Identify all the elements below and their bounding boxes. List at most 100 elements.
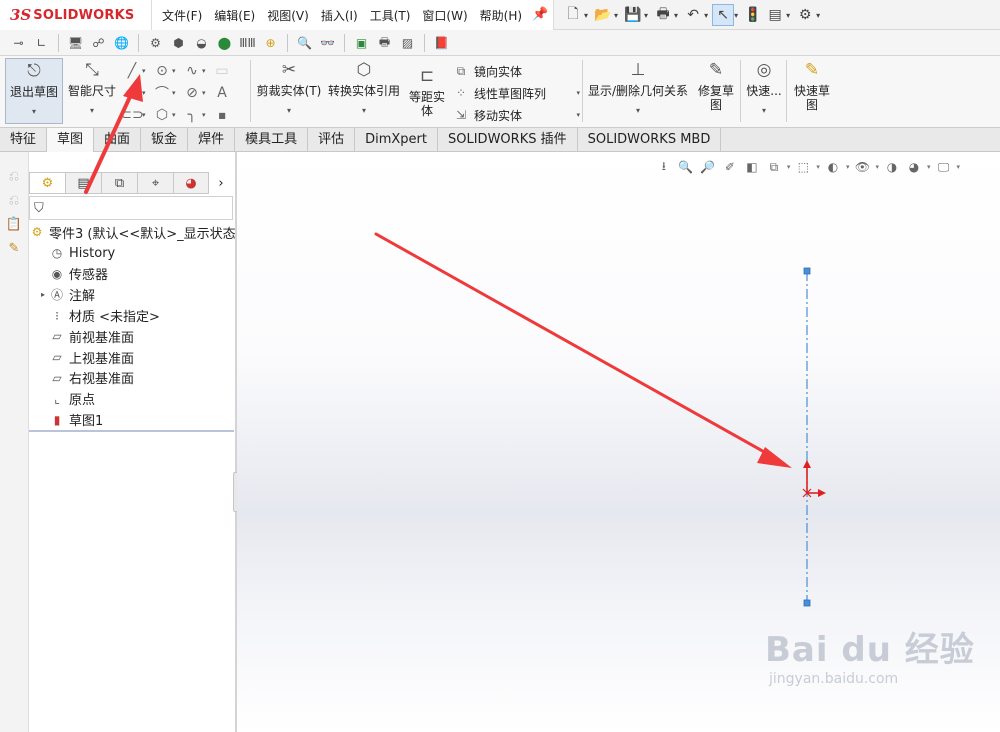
chevron-down-icon[interactable]: ▾ xyxy=(576,89,580,97)
display-relations-button[interactable]: ⊥ 显示/删除几何关系 ▾ xyxy=(586,58,690,118)
display-style-icon[interactable]: ◐ xyxy=(824,158,842,176)
cog-icon[interactable]: ⚙ xyxy=(145,33,166,54)
rectangle-icon[interactable]: ▭ xyxy=(122,83,142,103)
chevron-down-icon[interactable]: ▾ xyxy=(816,163,820,171)
chevron-down-icon[interactable]: ▾ xyxy=(172,111,182,119)
tab-sketch[interactable]: 草图 xyxy=(47,128,95,152)
tree-item-front-plane[interactable]: ▱ 前视基准面 xyxy=(29,326,236,347)
tab-surfaces[interactable]: 曲面 xyxy=(94,128,142,152)
trim-entities-button[interactable]: ✂ 剪裁实体(T) ▾ xyxy=(254,58,324,118)
view-settings-monitor-icon[interactable]: 🖵 xyxy=(934,158,952,176)
line-icon[interactable]: ╱ xyxy=(122,61,142,81)
tab-evaluate[interactable]: 评估 xyxy=(308,128,356,152)
feature-manager-tab-icon[interactable]: ⚙ xyxy=(29,172,65,194)
fillet-icon[interactable]: ╮ xyxy=(182,105,202,125)
meter-icon[interactable]: ⅢⅢ xyxy=(237,33,258,54)
tree-item-origin[interactable]: ⌞ 原点 xyxy=(29,388,236,409)
chevron-down-icon[interactable]: ▾ xyxy=(956,163,960,171)
excel-icon[interactable]: ▣ xyxy=(351,33,372,54)
menu-view[interactable]: 视图(V) xyxy=(261,7,315,24)
previous-view-icon[interactable]: ✐ xyxy=(721,158,739,176)
chevron-down-icon[interactable]: ▾ xyxy=(614,11,618,20)
location-pin-icon[interactable]: ⬤ xyxy=(214,33,235,54)
new-document-icon[interactable]: 🗋 xyxy=(562,4,584,26)
tree-item-material[interactable]: ⁝ 材质 <未指定> xyxy=(29,305,236,326)
chevron-down-icon[interactable]: ▾ xyxy=(142,89,152,97)
tree-part-root[interactable]: ⚙ 零件3 (默认<<默认>_显示状态 xyxy=(29,222,236,243)
polygon-icon[interactable]: ⬡ xyxy=(152,105,172,125)
sketch-pencil-icon[interactable]: ✎ xyxy=(4,238,24,258)
chevron-down-icon[interactable]: ▾ xyxy=(576,111,580,119)
view-orientation-icon[interactable]: ⭳ xyxy=(655,158,673,176)
hexagon-icon[interactable]: ⬢ xyxy=(168,33,189,54)
tree-filter[interactable]: ⛉ xyxy=(29,196,233,220)
chevron-down-icon[interactable]: ▾ xyxy=(786,11,790,20)
dimxpert-manager-tab-icon[interactable]: ⌖ xyxy=(137,172,173,194)
smart-dimension-button[interactable]: ⤡ 智能尺寸 ▾ xyxy=(66,58,118,118)
exit-sketch-button[interactable]: ⎋ 退出草图 ▾ xyxy=(5,58,63,124)
mirror-entities-button[interactable]: ⧉ 镜向实体 xyxy=(452,60,580,82)
menu-window[interactable]: 窗口(W) xyxy=(416,7,473,24)
scene-icon[interactable]: ◕ xyxy=(905,158,923,176)
tree-item-history[interactable]: ◷ History xyxy=(29,243,236,264)
chevron-down-icon[interactable]: ▾ xyxy=(846,163,850,171)
zoom-to-fit-icon[interactable]: 🔍 xyxy=(677,158,695,176)
surface-icon[interactable]: ▭ xyxy=(212,61,232,81)
book-icon[interactable]: 📕 xyxy=(431,33,452,54)
rollback-bar[interactable] xyxy=(29,430,234,432)
chevron-down-icon[interactable]: ▾ xyxy=(287,104,291,118)
menu-edit[interactable]: 编辑(E) xyxy=(208,7,261,24)
chevron-right-icon[interactable]: › xyxy=(209,172,233,194)
print-icon[interactable]: 🖶 xyxy=(652,4,674,26)
tree-item-sensors[interactable]: ◉ 传感器 xyxy=(29,264,236,285)
circle-icon[interactable]: ⊙ xyxy=(152,61,172,81)
save-icon[interactable]: 💾 xyxy=(622,4,644,26)
chevron-down-icon[interactable]: ▾ xyxy=(927,163,931,171)
chevron-down-icon[interactable]: ▾ xyxy=(202,111,212,119)
undo-icon[interactable]: ↶ xyxy=(682,4,704,26)
chevron-down-icon[interactable]: ▾ xyxy=(816,11,820,20)
hide-show-icon[interactable]: 👁 xyxy=(853,158,871,176)
chevron-down-icon[interactable]: ▾ xyxy=(875,163,879,171)
image-icon[interactable]: ▨ xyxy=(397,33,418,54)
chevron-down-icon[interactable]: ▾ xyxy=(584,11,588,20)
dynamic-annotation-icon[interactable]: ⧉ xyxy=(765,158,783,176)
rebuild-traffic-light-icon[interactable]: 🚦 xyxy=(742,4,764,26)
chevron-down-icon[interactable]: ▾ xyxy=(362,104,366,118)
search-icon[interactable]: 🔍 xyxy=(294,33,315,54)
chevron-down-icon[interactable]: ▾ xyxy=(734,11,738,20)
zoom-area-icon[interactable]: 🔎 xyxy=(699,158,717,176)
chevron-down-icon[interactable]: ▾ xyxy=(142,111,152,119)
point-icon[interactable]: ■ xyxy=(212,105,232,125)
clipboard-icon[interactable]: 📋 xyxy=(4,214,24,234)
repair-sketch-button[interactable]: ✎ 修复草 图 xyxy=(694,58,738,113)
rapid-sketch-button[interactable]: ✎ 快速草 图 xyxy=(790,58,834,113)
chevron-down-icon[interactable]: ▾ xyxy=(172,89,182,97)
chevron-down-icon[interactable]: ▾ xyxy=(674,11,678,20)
slot-icon[interactable]: ⊂⊃ xyxy=(120,105,143,125)
gear-icon[interactable]: ⚙ xyxy=(794,4,816,26)
chevron-down-icon[interactable]: ▾ xyxy=(704,11,708,20)
spline-icon[interactable]: ∿ xyxy=(182,61,202,81)
redo-sketch-icon[interactable]: ⎌ xyxy=(4,190,24,210)
undo-sketch-icon[interactable]: ⎌ xyxy=(4,166,24,186)
chevron-down-icon[interactable]: ▾ xyxy=(202,67,212,75)
arc-icon[interactable]: ⌒ xyxy=(152,83,172,103)
convert-entities-button[interactable]: ⬡ 转换实体引用 ▾ xyxy=(326,58,402,118)
view-cube-icon[interactable]: ⬚ xyxy=(794,158,812,176)
monitor-icon[interactable]: 🖥 xyxy=(65,33,86,54)
expand-arrow-icon[interactable]: ▸ xyxy=(37,290,49,299)
chevron-down-icon[interactable]: ▾ xyxy=(644,11,648,20)
tab-sheet-metal[interactable]: 钣金 xyxy=(141,128,189,152)
binoculars-icon[interactable]: 👓 xyxy=(317,33,338,54)
ellipse-icon[interactable]: ⊘ xyxy=(182,83,202,103)
tab-solidworks-addins[interactable]: SOLIDWORKS 插件 xyxy=(438,128,578,152)
tree-item-top-plane[interactable]: ▱ 上视基准面 xyxy=(29,347,236,368)
move-entities-button[interactable]: ⇲ 移动实体 ▾ xyxy=(452,104,580,126)
chevron-down-icon[interactable]: ▾ xyxy=(762,104,766,118)
key-icon[interactable]: ⊸ xyxy=(8,33,29,54)
configuration-manager-tab-icon[interactable]: ⧉ xyxy=(101,172,137,194)
chevron-down-icon[interactable]: ▾ xyxy=(172,67,182,75)
angle-icon[interactable]: ∟ xyxy=(31,33,52,54)
tab-features[interactable]: 特征 xyxy=(0,128,48,152)
